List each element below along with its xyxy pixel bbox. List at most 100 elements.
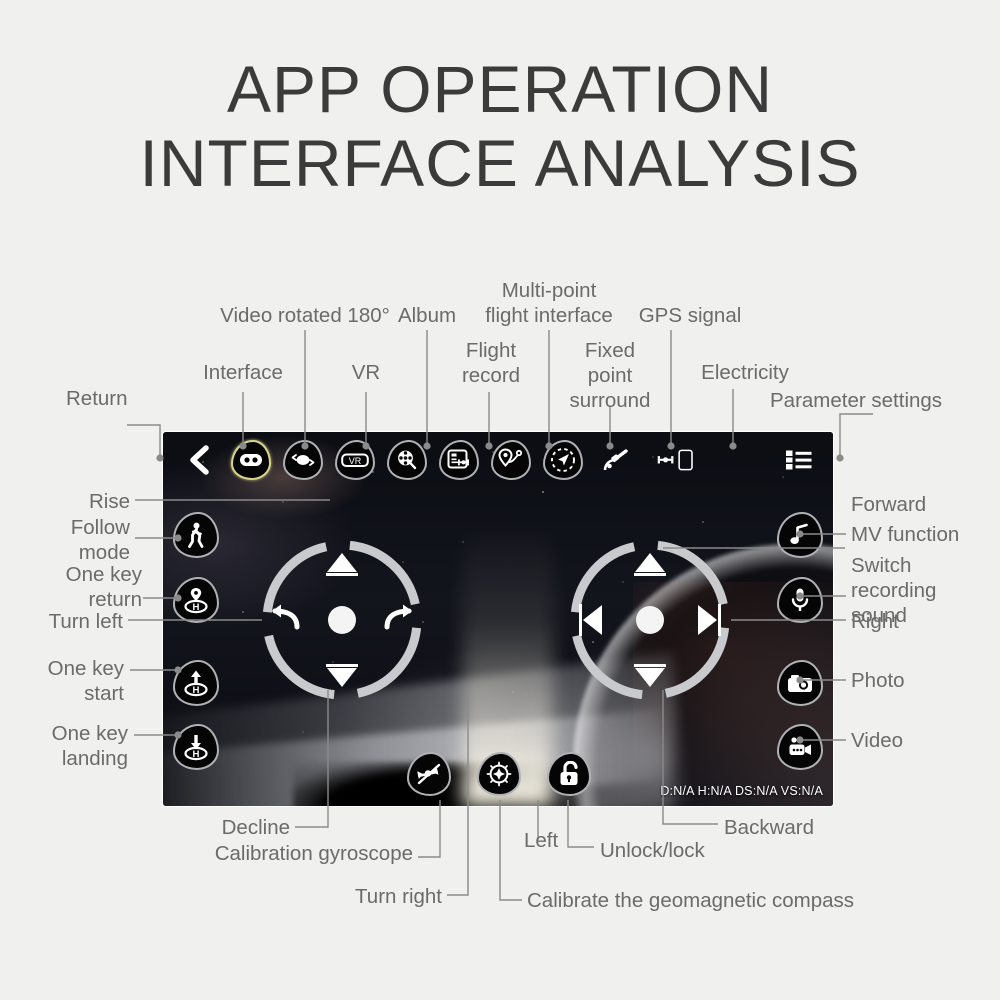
unlock-padlock-icon (547, 752, 591, 796)
button-one-key-return[interactable]: H (173, 577, 219, 623)
callout-calibrate-compass: Calibrate the geomagnetic compass (527, 889, 855, 912)
callout-gps-signal: GPS signal (638, 304, 742, 327)
toolbar-button-vr[interactable]: VR (329, 434, 381, 486)
settings-list-icon (779, 440, 819, 480)
left-stick-turn-right[interactable] (383, 603, 417, 640)
left-joystick[interactable] (259, 537, 425, 703)
toolbar-status-gps[interactable] (589, 434, 641, 486)
right-stick-right-bar (718, 604, 721, 636)
music-note-icon (777, 512, 823, 558)
callout-vr: VR (351, 361, 381, 384)
callout-parameter-settings: Parameter settings (770, 389, 943, 412)
callout-follow-mode-line2: mode (78, 541, 130, 564)
right-stick-left[interactable] (583, 605, 602, 635)
callout-flight-record: Flight record (449, 338, 533, 388)
callout-rise: Rise (88, 490, 130, 513)
callout-forward: Forward (851, 493, 927, 516)
toolbar-button-multipoint-flight[interactable] (485, 434, 537, 486)
toolbar-button-fixed-point-surround[interactable] (537, 434, 589, 486)
callout-one-key-landing-line2: landing (61, 747, 128, 770)
toolbar-button-video-rotate[interactable] (277, 434, 329, 486)
toolbar-status-electricity[interactable] (641, 434, 713, 486)
callout-unlock-lock: Unlock/lock (600, 839, 705, 862)
follow-me-walking-icon (173, 512, 219, 558)
callout-one-key-landing-line1: One key (51, 722, 128, 745)
callout-return: Return (66, 387, 128, 410)
back-chevron-icon (179, 440, 219, 480)
toolbar-button-interface[interactable] (225, 434, 277, 486)
compass-icon (477, 752, 521, 796)
svg-text:VR: VR (349, 456, 362, 466)
callout-video: Video (851, 729, 904, 752)
right-stick-up-forward[interactable] (635, 553, 665, 572)
callout-one-key-start: One key start (10, 656, 124, 706)
svg-text:H: H (193, 749, 200, 760)
callout-fixed-point-line3: surround (569, 389, 651, 412)
callout-interface: Interface (203, 361, 283, 384)
left-stick-knob[interactable] (328, 606, 356, 634)
callout-one-key-return-line2: return (88, 588, 142, 611)
toolbar-button-album[interactable] (381, 434, 433, 486)
button-one-key-landing[interactable]: H (173, 724, 219, 770)
top-toolbar: VR (163, 432, 833, 488)
callout-follow-mode-line1: Follow (70, 516, 130, 539)
battery-electricity-icon (657, 440, 697, 480)
toolbar-button-flight-record[interactable] (433, 434, 485, 486)
button-video[interactable] (777, 724, 823, 770)
toolbar-button-parameter-settings[interactable] (773, 434, 825, 486)
gamepad-icon (231, 440, 271, 480)
callout-turn-left: Turn left (48, 610, 123, 633)
callout-one-key-landing: One key landing (10, 721, 128, 771)
callout-one-key-return: One key return (10, 562, 142, 612)
callout-flight-record-line2: record (461, 364, 521, 387)
right-stick-knob[interactable] (636, 606, 664, 634)
callout-backward: Backward (724, 816, 815, 839)
callout-fixed-point-line1: Fixed (584, 339, 636, 362)
page-title-line-1: APP OPERATION (226, 52, 774, 126)
right-stick-down-backward[interactable] (635, 668, 665, 687)
button-calibrate-compass[interactable] (477, 752, 521, 796)
fixed-point-surround-icon (543, 440, 583, 480)
svg-text:H: H (193, 602, 200, 613)
button-unlock-lock[interactable] (547, 752, 591, 796)
callout-mv-function: MV function (851, 523, 960, 546)
svg-text:H: H (193, 685, 200, 696)
right-stick-right[interactable] (698, 605, 717, 635)
button-one-key-start[interactable]: H (173, 660, 219, 706)
callout-album: Album (397, 304, 457, 327)
callout-photo: Photo (851, 669, 905, 692)
left-stick-down-decline[interactable] (327, 668, 357, 687)
button-calibration-gyroscope[interactable] (407, 752, 451, 796)
callout-turn-right: Turn right (355, 885, 442, 908)
left-stick-down-bar (326, 664, 358, 667)
right-joystick[interactable] (567, 537, 733, 703)
button-follow-mode[interactable] (173, 512, 219, 558)
album-film-icon (387, 440, 427, 480)
callout-fixed-point-line2: point (587, 364, 633, 387)
left-stick-up-bar (326, 573, 358, 576)
page-title: APP OPERATION INTERFACE ANALYSIS (0, 52, 1000, 200)
callout-one-key-return-line1: One key (65, 563, 142, 586)
callout-multipoint-line2: flight interface (485, 304, 613, 327)
button-switch-recording-sound[interactable] (777, 577, 823, 623)
button-mv-function[interactable] (777, 512, 823, 558)
gps-satellite-icon (595, 440, 635, 480)
video-camera-icon (777, 724, 823, 770)
right-stick-left-bar (579, 604, 582, 636)
callout-one-key-start-line2: start (84, 682, 124, 705)
microphone-icon (777, 577, 823, 623)
callout-left: Left (524, 829, 559, 852)
one-key-start-takeoff-icon: H (173, 660, 219, 706)
page-title-line-2: INTERFACE ANALYSIS (139, 126, 861, 200)
app-screen: VR H H H D:N/A H:N/A DS:N/A VS:N/A (163, 432, 833, 806)
one-key-landing-icon: H (173, 724, 219, 770)
multi-point-route-icon (491, 440, 531, 480)
toolbar-button-return[interactable] (173, 434, 225, 486)
callout-one-key-start-line1: One key (47, 657, 124, 680)
gyroscope-calibration-icon (407, 752, 451, 796)
button-photo[interactable] (777, 660, 823, 706)
vr-goggles-icon: VR (335, 440, 375, 480)
left-stick-up-rise[interactable] (327, 553, 357, 572)
left-stick-turn-left[interactable] (267, 603, 301, 640)
callout-switch-recording-line1: Switch (851, 554, 912, 577)
